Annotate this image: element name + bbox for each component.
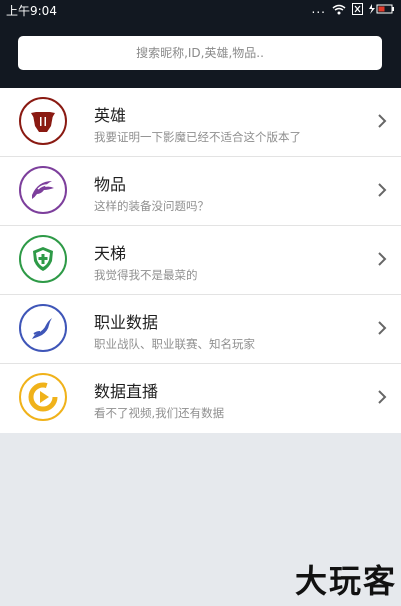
ladder-icon: [19, 235, 67, 283]
menu-item-title: 物品: [94, 175, 127, 194]
menu-item-title: 职业数据: [94, 313, 159, 332]
menu-item-title: 数据直播: [94, 382, 159, 401]
menu-item-pro-data[interactable]: 职业数据 职业战队、职业联赛、知名玩家: [0, 295, 401, 364]
search-input[interactable]: [18, 45, 382, 61]
status-icons: ...: [312, 2, 395, 16]
menu-item-subtitle: 看不了视频,我们还有数据: [94, 406, 225, 420]
menu-item-title: 天梯: [94, 244, 127, 263]
more-dots-icon: ...: [311, 2, 326, 16]
chevron-right-icon: [378, 321, 387, 335]
chevron-right-icon: [378, 114, 387, 128]
menu-item-subtitle: 我觉得我不是最菜的: [94, 268, 198, 282]
menu-item-live-data[interactable]: 数据直播 看不了视频,我们还有数据: [0, 364, 401, 433]
menu-item-items[interactable]: 物品 这样的装备没问题吗？: [0, 157, 401, 226]
chevron-right-icon: [378, 390, 387, 404]
menu-item-title: 英雄: [94, 106, 127, 125]
watermark-logo: 大玩客: [294, 562, 397, 600]
item-icon: [19, 166, 67, 214]
menu-item-subtitle: 这样的装备没问题吗？: [94, 199, 209, 213]
hero-icon: [19, 97, 67, 145]
pro-data-icon: [19, 304, 67, 352]
header: 上午9:04 ...: [0, 0, 401, 88]
wifi-icon: [332, 4, 346, 15]
sim-card-icon: [352, 3, 363, 15]
menu-item-hero[interactable]: 英雄 我要证明一下影魔已经不适合这个版本了: [0, 88, 401, 157]
status-bar: 上午9:04 ...: [0, 0, 401, 20]
status-time: 上午9:04: [6, 4, 57, 18]
menu-item-subtitle: 职业战队、职业联赛、知名玩家: [94, 337, 255, 351]
live-data-icon: [19, 373, 67, 421]
menu-list: 英雄 我要证明一下影魔已经不适合这个版本了 物品 这样的装备没问题吗？ 天梯 我…: [0, 88, 401, 433]
search-box[interactable]: [18, 36, 382, 70]
chevron-right-icon: [378, 252, 387, 266]
chevron-right-icon: [378, 183, 387, 197]
menu-item-subtitle: 我要证明一下影魔已经不适合这个版本了: [94, 130, 301, 144]
battery-charging-icon: [369, 3, 395, 15]
menu-item-ladder[interactable]: 天梯 我觉得我不是最菜的: [0, 226, 401, 295]
